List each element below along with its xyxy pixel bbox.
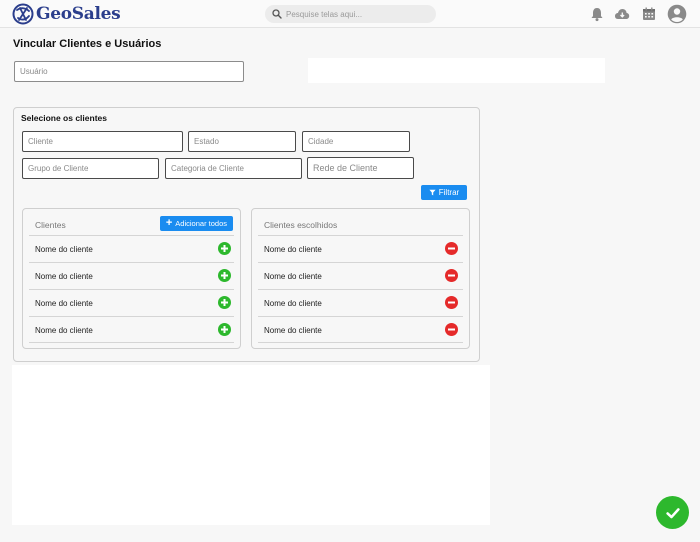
client-name: Nome do cliente (35, 326, 93, 335)
check-icon (665, 507, 680, 518)
search-bar[interactable] (265, 5, 436, 23)
top-bar: GeoSales (0, 0, 700, 28)
minus-circle-icon (448, 301, 455, 304)
blank-content-area (12, 365, 490, 525)
plus-circle-icon (221, 299, 228, 306)
chosen-client-row: Nome do cliente (258, 262, 463, 289)
chosen-client-name: Nome do cliente (264, 326, 322, 335)
client-name: Nome do cliente (35, 245, 93, 254)
bell-icon[interactable] (589, 6, 605, 22)
minus-circle-icon (448, 247, 455, 250)
add-client-button[interactable] (218, 242, 231, 255)
client-name: Nome do cliente (35, 299, 93, 308)
user-field[interactable] (14, 61, 244, 82)
add-client-button[interactable] (218, 296, 231, 309)
user-avatar-icon[interactable] (667, 4, 687, 24)
geosales-logo-icon (12, 3, 34, 25)
confirm-button[interactable] (656, 496, 689, 529)
client-field[interactable] (22, 131, 183, 152)
add-client-button[interactable] (218, 323, 231, 336)
state-field[interactable] (188, 131, 296, 152)
filter-icon (429, 189, 436, 196)
client-group-field[interactable] (22, 158, 159, 179)
chosen-clients-list-box: Clientes escolhidos Nome do cliente Nome… (251, 208, 470, 349)
remove-client-button[interactable] (445, 323, 458, 336)
add-all-label: Adicionar todos (175, 219, 227, 228)
blank-area (308, 58, 605, 83)
chosen-client-name: Nome do cliente (264, 299, 322, 308)
plus-circle-icon (221, 272, 228, 279)
search-input[interactable] (286, 9, 426, 19)
remove-client-button[interactable] (445, 242, 458, 255)
add-client-button[interactable] (218, 269, 231, 282)
calendar-icon[interactable] (641, 6, 657, 22)
minus-circle-icon (448, 328, 455, 331)
client-category-field[interactable] (165, 158, 302, 179)
client-row: Nome do cliente (29, 262, 234, 289)
filter-button[interactable]: Filtrar (421, 185, 467, 200)
clients-list-title: Clientes (35, 220, 66, 230)
client-name: Nome do cliente (35, 272, 93, 281)
chosen-list-title: Clientes escolhidos (264, 220, 338, 230)
chosen-client-row: Nome do cliente (258, 316, 463, 343)
plus-circle-icon (221, 245, 228, 252)
remove-client-button[interactable] (445, 269, 458, 282)
plus-circle-icon (221, 326, 228, 333)
chosen-client-row: Nome do cliente (258, 235, 463, 262)
client-network-field[interactable] (307, 157, 414, 179)
client-row: Nome do cliente (29, 316, 234, 343)
panel-title: Selecione os clientes (21, 113, 107, 123)
chosen-client-name: Nome do cliente (264, 245, 322, 254)
plus-icon: + (165, 217, 173, 229)
remove-client-button[interactable] (445, 296, 458, 309)
clients-list-box: Clientes + Adicionar todos Nome do clien… (22, 208, 241, 349)
cloud-download-icon[interactable] (614, 6, 630, 22)
page-title: Vincular Clientes e Usuários (13, 38, 162, 50)
brand-name: GeoSales (36, 4, 121, 24)
brand-logo[interactable]: GeoSales (12, 3, 121, 25)
chosen-client-row: Nome do cliente (258, 289, 463, 316)
client-row: Nome do cliente (29, 289, 234, 316)
client-row: Nome do cliente (29, 235, 234, 262)
add-all-button[interactable]: + Adicionar todos (159, 216, 233, 231)
filter-button-label: Filtrar (438, 188, 460, 197)
city-field[interactable] (302, 131, 410, 152)
search-icon (272, 9, 282, 19)
minus-circle-icon (448, 274, 455, 277)
chosen-client-name: Nome do cliente (264, 272, 322, 281)
